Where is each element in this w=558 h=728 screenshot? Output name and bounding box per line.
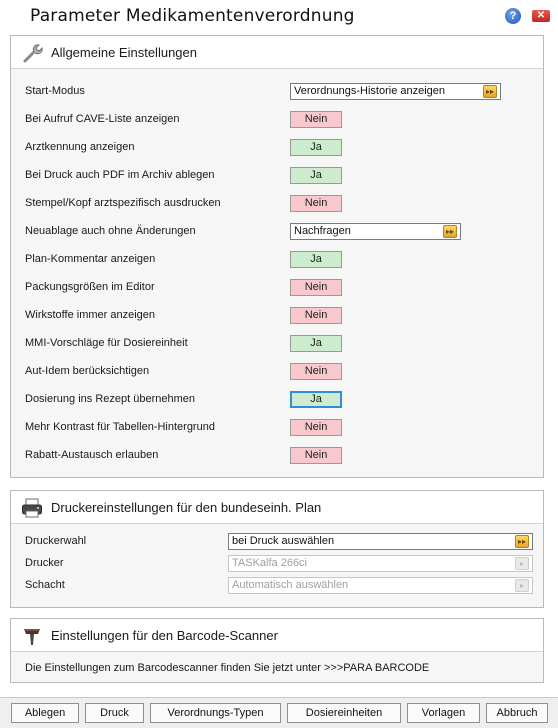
toggle-pdf-archive[interactable]: Ja	[290, 167, 342, 184]
wrench-icon	[23, 44, 43, 63]
prescription-types-button[interactable]: Verordnungs-Typen	[150, 703, 281, 723]
dropdown-icon[interactable]: ▸▸	[515, 535, 529, 548]
dosage-units-button[interactable]: Dosiereinheiten	[287, 703, 401, 723]
printer-icon	[22, 498, 42, 518]
toggle-contrast[interactable]: Nein	[290, 419, 342, 436]
printer-choice-select[interactable]: bei Druck auswählen ▸▸	[228, 533, 533, 550]
dropdown-icon: ▸	[515, 579, 529, 592]
tray-value: Automatisch auswählen	[232, 579, 349, 591]
setting-label-package-sizes: Packungsgrößen im Editor	[25, 281, 155, 293]
printer-settings-title: Druckereinstellungen für den bundeseinh.…	[51, 500, 322, 515]
window-title: Parameter Medikamentenverordnung	[30, 6, 355, 26]
start-mode-value: Verordnungs-Historie anzeigen	[294, 85, 446, 97]
new-storage-value: Nachfragen	[294, 225, 351, 237]
templates-button[interactable]: Vorlagen	[407, 703, 480, 723]
setting-label-stamp: Stempel/Kopf arztspezifisch ausdrucken	[25, 197, 221, 209]
title-bar: Parameter Medikamentenverordnung ? ✕	[0, 0, 558, 32]
general-settings-title: Allgemeine Einstellungen	[51, 45, 197, 60]
setting-label-cave: Bei Aufruf CAVE-Liste anzeigen	[25, 113, 180, 125]
printer-settings-header: Druckereinstellungen für den bundeseinh.…	[11, 491, 543, 524]
toggle-package-sizes[interactable]: Nein	[290, 279, 342, 296]
scanner-settings-title: Einstellungen für den Barcode-Scanner	[51, 628, 278, 643]
toggle-cave-list[interactable]: Nein	[290, 111, 342, 128]
setting-label-pdf-archive: Bei Druck auch PDF im Archiv ablegen	[25, 169, 215, 181]
setting-label-doctor-id: Arztkennung anzeigen	[25, 141, 135, 153]
help-icon[interactable]: ?	[505, 8, 521, 24]
setting-label-aut-idem: Aut-Idem berücksichtigen	[25, 365, 150, 377]
store-button[interactable]: Ablegen	[11, 703, 79, 723]
printer-choice-value: bei Druck auswählen	[232, 535, 335, 547]
setting-label-contrast: Mehr Kontrast für Tabellen-Hintergrund	[25, 421, 215, 433]
setting-label-plan-comment: Plan-Kommentar anzeigen	[25, 253, 156, 265]
barcode-scanner-icon	[24, 629, 40, 645]
general-settings-panel: Allgemeine Einstellungen Start-Modus Ver…	[10, 35, 544, 478]
setting-label-dosage: Dosierung ins Rezept übernehmen	[25, 393, 195, 405]
start-mode-select[interactable]: Verordnungs-Historie anzeigen ▸▸	[290, 83, 501, 100]
toggle-mmi[interactable]: Ja	[290, 335, 342, 352]
scanner-settings-panel: Einstellungen für den Barcode-Scanner Di…	[10, 618, 544, 683]
dropdown-icon[interactable]: ▸▸	[483, 85, 497, 98]
toggle-stamp[interactable]: Nein	[290, 195, 342, 212]
toggle-dosage[interactable]: Ja	[290, 391, 342, 408]
new-storage-label: Neuablage auch ohne Änderungen	[25, 225, 196, 237]
printer-value: TASKalfa 266ci	[232, 557, 308, 569]
tray-select: Automatisch auswählen ▸	[228, 577, 533, 594]
print-button[interactable]: Druck	[85, 703, 144, 723]
printer-settings-panel: Druckereinstellungen für den bundeseinh.…	[10, 490, 544, 608]
scanner-settings-header: Einstellungen für den Barcode-Scanner	[11, 619, 543, 652]
dropdown-icon[interactable]: ▸▸	[443, 225, 457, 238]
toggle-plan-comment[interactable]: Ja	[290, 251, 342, 268]
tray-label: Schacht	[25, 579, 65, 591]
footer-bar: Ablegen Druck Verordnungs-Typen Dosierei…	[0, 697, 558, 728]
toggle-doctor-id[interactable]: Ja	[290, 139, 342, 156]
toggle-discount[interactable]: Nein	[290, 447, 342, 464]
setting-label-discount: Rabatt-Austausch erlauben	[25, 449, 159, 461]
printer-label: Drucker	[25, 557, 64, 569]
printer-choice-label: Druckerwahl	[25, 535, 87, 547]
close-icon[interactable]: ✕	[532, 10, 550, 22]
toggle-aut-idem[interactable]: Nein	[290, 363, 342, 380]
printer-select: TASKalfa 266ci ▸	[228, 555, 533, 572]
toggle-substances[interactable]: Nein	[290, 307, 342, 324]
dropdown-icon: ▸	[515, 557, 529, 570]
setting-label-mmi: MMI-Vorschläge für Dosiereinheit	[25, 337, 188, 349]
general-settings-header: Allgemeine Einstellungen	[11, 36, 543, 69]
start-mode-label: Start-Modus	[25, 85, 85, 97]
cancel-button[interactable]: Abbruch	[486, 703, 548, 723]
scanner-note: Die Einstellungen zum Barcodescanner fin…	[25, 662, 430, 674]
new-storage-select[interactable]: Nachfragen ▸▸	[290, 223, 461, 240]
setting-label-substances: Wirkstoffe immer anzeigen	[25, 309, 156, 321]
